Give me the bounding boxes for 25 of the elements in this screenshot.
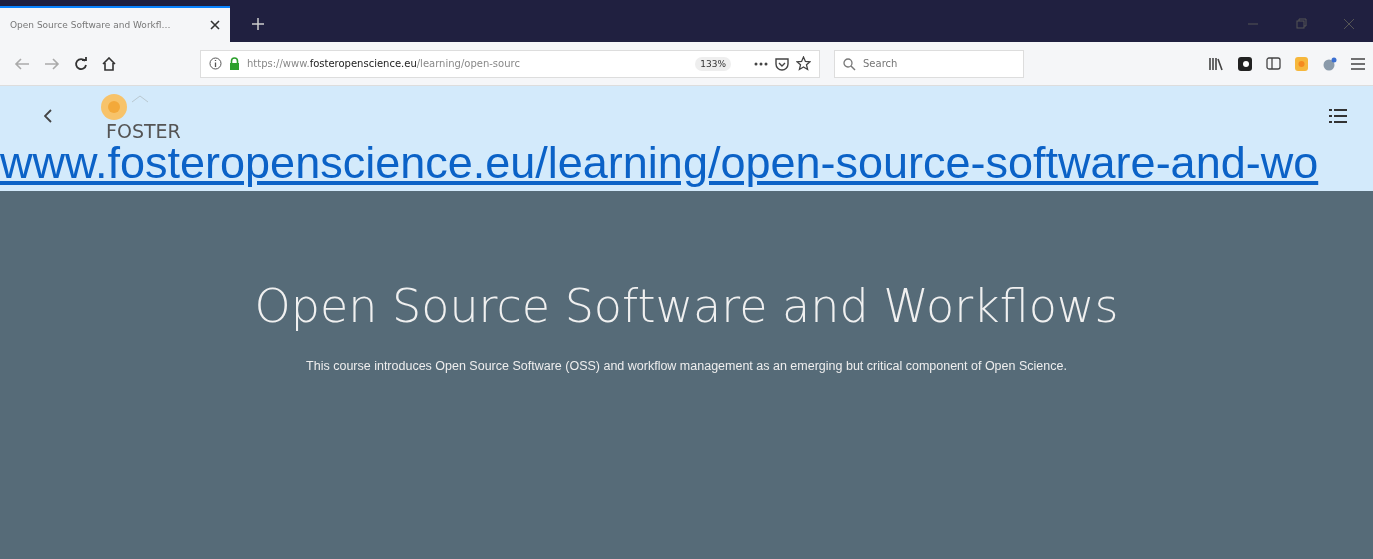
reload-icon[interactable] <box>74 56 88 71</box>
pocket-icon[interactable] <box>775 56 789 71</box>
more-icon[interactable] <box>754 61 768 66</box>
close-icon[interactable] <box>210 20 220 30</box>
logo-text: FOSTER <box>106 122 181 140</box>
home-icon[interactable] <box>102 56 116 71</box>
search-icon <box>843 57 856 71</box>
url-text: https://www.fosteropenscience.eu/learning/open-sourc <box>247 58 521 69</box>
extension-icon[interactable] <box>1238 56 1252 71</box>
sidebar-icon[interactable] <box>1266 57 1281 70</box>
star-icon[interactable] <box>796 56 811 71</box>
url-link[interactable]: www.fosteropenscience.eu/learning/open-source-software-and-wo <box>0 140 1319 186</box>
search-field[interactable]: Search <box>834 49 1024 78</box>
zoom-badge[interactable]: 133% <box>695 56 731 71</box>
course-title: Open Source Software and Workflows <box>254 279 1119 333</box>
chevron-left-icon[interactable] <box>44 109 52 123</box>
list-menu-icon[interactable] <box>1329 108 1347 124</box>
menu-icon[interactable] <box>1351 57 1365 70</box>
browser-tab[interactable]: Open Source Software and Workfl… <box>0 6 230 42</box>
info-icon[interactable] <box>209 57 222 70</box>
new-tab-icon[interactable] <box>252 18 264 30</box>
library-icon[interactable] <box>1208 56 1224 71</box>
address-bar[interactable]: https://www.fosteropenscience.eu/learning/open-sourc 133% <box>200 49 820 78</box>
course-description: This course introduces Open Source Software (OSS) and workflow management as an emerging but critical component of Open Science. <box>306 359 1067 373</box>
padlock-icon <box>229 57 240 70</box>
